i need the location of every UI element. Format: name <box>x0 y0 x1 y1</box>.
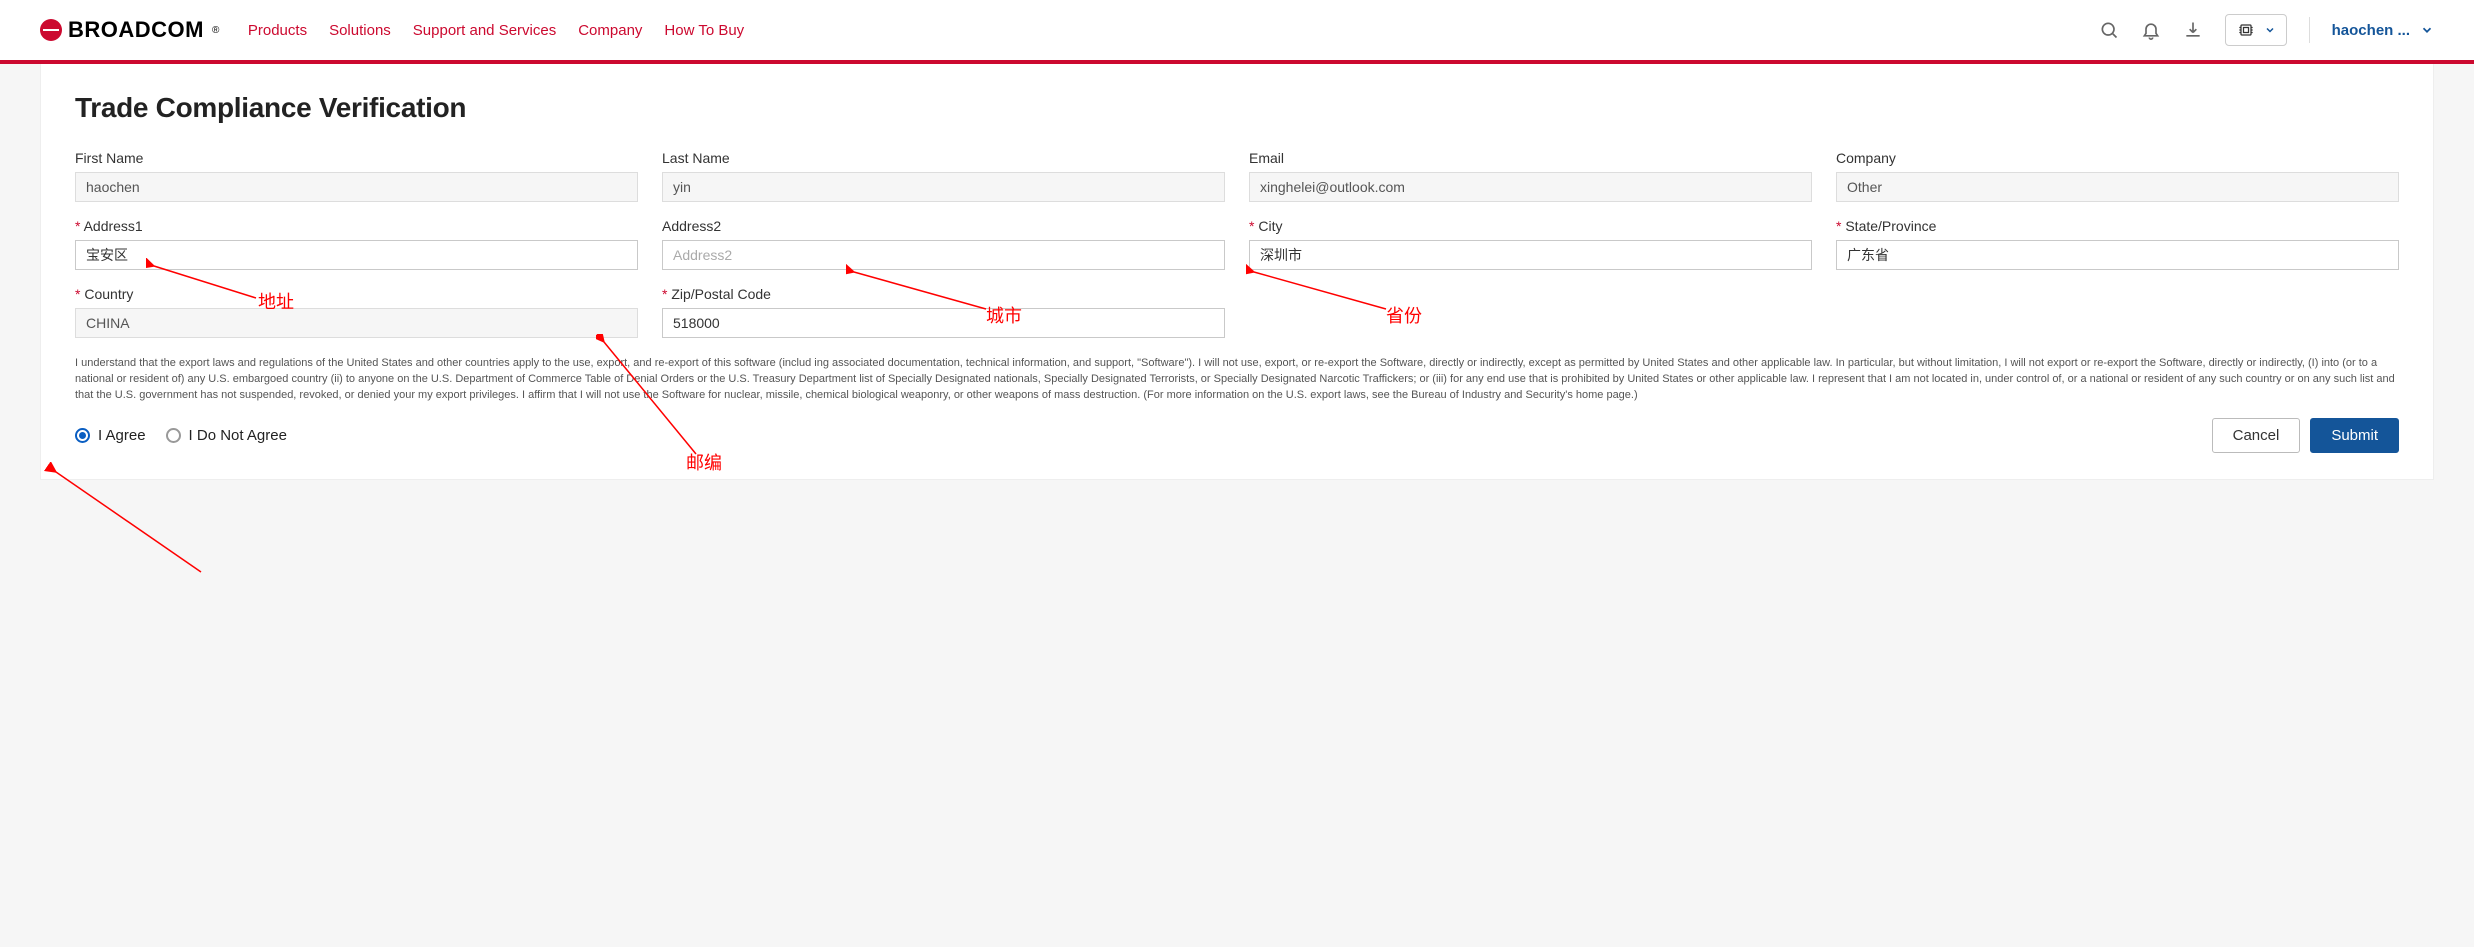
field-state: State/Province <box>1836 218 2399 270</box>
company-label: Company <box>1836 150 2399 166</box>
user-menu[interactable]: haochen ... <box>2332 22 2434 39</box>
last-name-input <box>662 172 1225 202</box>
consent-radios: I Agree I Do Not Agree <box>75 427 287 444</box>
radio-agree[interactable]: I Agree <box>75 427 146 444</box>
field-address2: Address2 <box>662 218 1225 270</box>
city-input[interactable] <box>1249 240 1812 270</box>
product-picker[interactable] <box>2225 14 2287 46</box>
search-icon[interactable] <box>2099 20 2119 40</box>
field-zip: Zip/Postal Code <box>662 286 1225 338</box>
actions-row: I Agree I Do Not Agree Cancel Submit <box>75 418 2399 453</box>
user-display-name: haochen ... <box>2332 22 2410 39</box>
field-last-name: Last Name <box>662 150 1225 202</box>
cancel-button[interactable]: Cancel <box>2212 418 2301 453</box>
country-input <box>75 308 638 338</box>
bell-icon[interactable] <box>2141 20 2161 40</box>
compliance-card: Trade Compliance Verification First Name… <box>40 64 2434 480</box>
field-first-name: First Name <box>75 150 638 202</box>
divider <box>2309 17 2310 43</box>
chevron-down-icon <box>2420 23 2434 37</box>
address2-input[interactable] <box>662 240 1225 270</box>
address1-label: Address1 <box>75 218 638 234</box>
chevron-down-icon <box>2264 24 2276 36</box>
email-input <box>1249 172 1812 202</box>
submit-button[interactable]: Submit <box>2310 418 2399 453</box>
nav-howtobuy[interactable]: How To Buy <box>664 22 744 39</box>
field-country: Country <box>75 286 638 338</box>
nav-products[interactable]: Products <box>248 22 307 39</box>
brand-name: BROADCOM <box>68 17 204 43</box>
field-city: City <box>1249 218 1812 270</box>
nav-solutions[interactable]: Solutions <box>329 22 391 39</box>
form-grid: First Name Last Name Email Company Addre… <box>75 150 2399 338</box>
header-right: haochen ... <box>2099 14 2434 46</box>
state-label: State/Province <box>1836 218 2399 234</box>
field-email: Email <box>1249 150 1812 202</box>
download-icon[interactable] <box>2183 20 2203 40</box>
annotation-zip-label: 邮编 <box>686 449 722 475</box>
state-input[interactable] <box>1836 240 2399 270</box>
field-address1: Address1 <box>75 218 638 270</box>
city-label: City <box>1249 218 1812 234</box>
trademark-icon: ® <box>212 25 220 36</box>
radio-dot-icon <box>166 428 181 443</box>
email-label: Email <box>1249 150 1812 166</box>
brand-logo[interactable]: BROADCOM ® <box>40 17 220 43</box>
nav-support[interactable]: Support and Services <box>413 22 556 39</box>
zip-input[interactable] <box>662 308 1225 338</box>
field-company: Company <box>1836 150 2399 202</box>
button-group: Cancel Submit <box>2212 418 2399 453</box>
radio-agree-label: I Agree <box>98 427 146 444</box>
brand-mark-icon <box>40 19 62 41</box>
radio-disagree[interactable]: I Do Not Agree <box>166 427 287 444</box>
zip-label: Zip/Postal Code <box>662 286 1225 302</box>
global-header: BROADCOM ® Products Solutions Support and… <box>0 0 2474 60</box>
radio-disagree-label: I Do Not Agree <box>189 427 287 444</box>
radio-dot-icon <box>75 428 90 443</box>
first-name-input <box>75 172 638 202</box>
country-label: Country <box>75 286 638 302</box>
nav-company[interactable]: Company <box>578 22 642 39</box>
primary-nav: Products Solutions Support and Services … <box>248 22 744 39</box>
chip-icon <box>2236 20 2256 40</box>
page-title: Trade Compliance Verification <box>75 92 2399 124</box>
address2-label: Address2 <box>662 218 1225 234</box>
company-input <box>1836 172 2399 202</box>
disclaimer-text: I understand that the export laws and re… <box>75 356 2399 404</box>
header-left: BROADCOM ® Products Solutions Support and… <box>40 17 744 43</box>
first-name-label: First Name <box>75 150 638 166</box>
address1-input[interactable] <box>75 240 638 270</box>
last-name-label: Last Name <box>662 150 1225 166</box>
